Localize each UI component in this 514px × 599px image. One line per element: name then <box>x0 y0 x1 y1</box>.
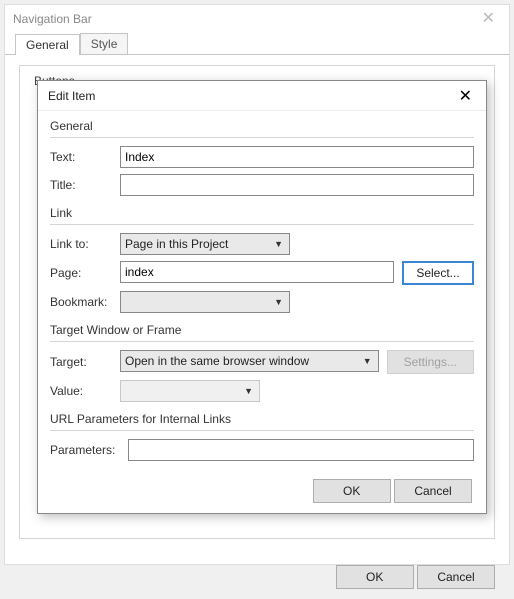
bookmark-label: Bookmark: <box>50 295 120 309</box>
title-label: Title: <box>50 178 120 192</box>
value-select: ▼ <box>120 380 260 402</box>
target-select[interactable]: Open in the same browser window ▼ <box>120 350 379 372</box>
inner-titlebar: Edit Item ✕ <box>38 81 486 111</box>
params-label: Parameters: <box>50 443 128 457</box>
target-value: Open in the same browser window <box>125 354 309 368</box>
inner-ok-button[interactable]: OK <box>313 479 391 503</box>
inner-cancel-button[interactable]: Cancel <box>394 479 472 503</box>
linkto-label: Link to: <box>50 237 120 251</box>
value-label: Value: <box>50 384 120 398</box>
close-icon[interactable]: ✕ <box>455 86 476 106</box>
section-params-title: URL Parameters for Internal Links <box>50 412 474 426</box>
page-input[interactable] <box>120 261 394 283</box>
section-general: General Text: Title: <box>50 119 474 196</box>
section-link-title: Link <box>50 206 474 220</box>
chevron-down-icon: ▼ <box>363 356 372 366</box>
page-label: Page: <box>50 266 120 280</box>
tab-style[interactable]: Style <box>80 33 129 54</box>
section-general-title: General <box>50 119 474 133</box>
text-input[interactable] <box>120 146 474 168</box>
section-params: URL Parameters for Internal Links Parame… <box>50 412 474 461</box>
inner-title: Edit Item <box>48 89 455 103</box>
outer-title: Navigation Bar <box>13 12 476 26</box>
outer-tabs: General Style <box>5 33 509 55</box>
inner-buttons: OK Cancel <box>38 473 486 513</box>
linkto-value: Page in this Project <box>125 237 228 251</box>
title-input[interactable] <box>120 174 474 196</box>
params-input[interactable] <box>128 439 474 461</box>
linkto-select[interactable]: Page in this Project ▼ <box>120 233 290 255</box>
chevron-down-icon: ▼ <box>244 386 253 396</box>
edit-item-dialog: Edit Item ✕ General Text: Title: Link Li… <box>37 80 487 514</box>
bookmark-select[interactable]: ▼ <box>120 291 290 313</box>
target-label: Target: <box>50 355 120 369</box>
chevron-down-icon: ▼ <box>274 239 283 249</box>
chevron-down-icon: ▼ <box>274 297 283 307</box>
section-link: Link Link to: Page in this Project ▼ Pag… <box>50 206 474 313</box>
settings-button: Settings... <box>387 350 474 374</box>
tab-general[interactable]: General <box>15 34 80 55</box>
outer-buttons: OK Cancel <box>5 559 509 599</box>
section-target: Target Window or Frame Target: Open in t… <box>50 323 474 402</box>
close-icon[interactable]: ✕ <box>476 11 501 27</box>
outer-titlebar: Navigation Bar ✕ <box>5 5 509 33</box>
text-label: Text: <box>50 150 120 164</box>
section-target-title: Target Window or Frame <box>50 323 474 337</box>
select-button[interactable]: Select... <box>402 261 474 285</box>
